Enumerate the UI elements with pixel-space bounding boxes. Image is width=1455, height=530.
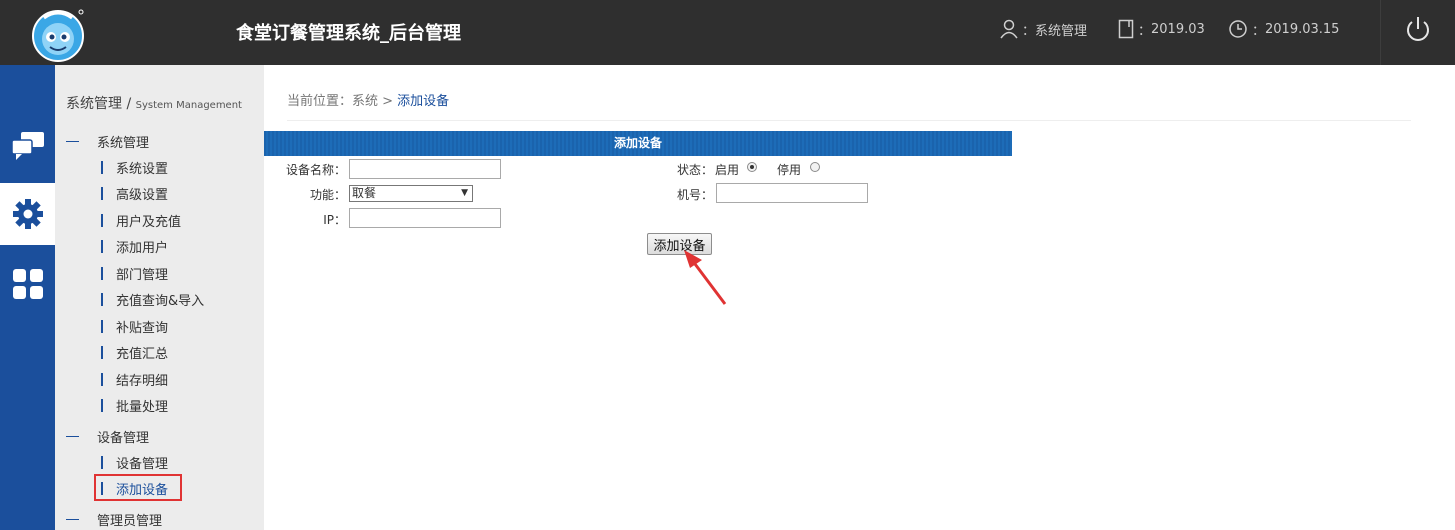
device-name-label: 设备名称： bbox=[285, 163, 346, 177]
gear-icon bbox=[12, 199, 43, 229]
sidebar-title: 系统管理 / System Management bbox=[66, 96, 242, 112]
top-bar: 食堂订餐管理系统_后台管理 ： 系统管理 ： 2019.03 ： 2019.03… bbox=[0, 0, 1455, 65]
sidebar-item-departments[interactable]: 部门管理 bbox=[101, 264, 168, 283]
status-enabled-radio[interactable] bbox=[747, 162, 757, 172]
document-icon bbox=[1118, 19, 1134, 39]
divider bbox=[287, 120, 1411, 121]
sidebar-item-subsidy-query[interactable]: 补贴查询 bbox=[101, 317, 168, 336]
sidebar-item-recharge-query[interactable]: 充值查询&导入 bbox=[101, 290, 204, 309]
icon-rail bbox=[0, 65, 55, 530]
breadcrumb-current[interactable]: 添加设备 bbox=[397, 94, 449, 109]
version-info: ： 2019.03 bbox=[1118, 19, 1205, 39]
sidebar-item-add-user[interactable]: 添加用户 bbox=[101, 237, 168, 256]
current-user[interactable]: ： 系统管理 bbox=[1000, 19, 1087, 39]
status-label: 状态： bbox=[676, 163, 713, 177]
sidebar-item-recharge-summary[interactable]: 充值汇总 bbox=[101, 343, 168, 362]
rail-item-messages[interactable] bbox=[0, 115, 55, 177]
sidebar-item-add-device[interactable]: 添加设备 bbox=[93, 474, 183, 501]
dropdown-arrow-icon: ▼ bbox=[461, 188, 468, 198]
sidebar: 系统管理 / System Management 系统管理 系统设置 高级设置 … bbox=[55, 65, 264, 530]
sidebar-item-batch[interactable]: 批量处理 bbox=[101, 396, 168, 415]
form-header: 添加设备 bbox=[264, 131, 1012, 156]
machine-no-input[interactable] bbox=[716, 183, 868, 203]
grid-apps-icon bbox=[12, 269, 43, 299]
function-select[interactable]: 取餐 ▼ bbox=[349, 185, 473, 202]
clock-icon bbox=[1229, 20, 1247, 38]
rail-item-apps[interactable] bbox=[0, 253, 55, 315]
sidebar-item-advanced-settings[interactable]: 高级设置 bbox=[101, 184, 168, 203]
sidebar-title-en: System Management bbox=[135, 100, 242, 111]
device-name-input[interactable] bbox=[349, 159, 501, 179]
function-label: 功能： bbox=[309, 188, 346, 202]
status-disabled-radio[interactable] bbox=[810, 162, 820, 172]
user-icon bbox=[1000, 19, 1018, 39]
function-select-value: 取餐 bbox=[352, 186, 377, 200]
group-admin[interactable]: 管理员管理 bbox=[66, 510, 162, 529]
rail-item-settings[interactable] bbox=[0, 183, 55, 245]
chat-bubbles-icon bbox=[10, 132, 44, 160]
divider bbox=[1380, 0, 1381, 65]
breadcrumb: 当前位置：系统 > 添加设备 bbox=[287, 94, 450, 109]
version-value: 2019.03 bbox=[1151, 21, 1205, 37]
annotation-arrow-icon bbox=[684, 250, 727, 305]
power-button[interactable] bbox=[1404, 14, 1432, 44]
machine-no-label: 机号： bbox=[676, 188, 713, 202]
sidebar-item-balance-detail[interactable]: 结存明细 bbox=[101, 370, 168, 389]
group-system[interactable]: 系统管理 bbox=[66, 132, 149, 151]
date-value: 2019.03.15 bbox=[1265, 21, 1340, 37]
logo bbox=[30, 6, 86, 62]
user-label: 系统管理 bbox=[1035, 23, 1088, 39]
group-device[interactable]: 设备管理 bbox=[66, 427, 149, 446]
sidebar-item-system-settings[interactable]: 系统设置 bbox=[101, 158, 168, 177]
power-icon bbox=[1407, 17, 1429, 41]
date-info: ： 2019.03.15 bbox=[1228, 19, 1339, 39]
sidebar-item-users-recharge[interactable]: 用户及充值 bbox=[101, 211, 181, 230]
ip-input[interactable] bbox=[349, 208, 501, 228]
sidebar-item-device-management[interactable]: 设备管理 bbox=[101, 453, 168, 472]
status-enabled-label: 启用 bbox=[715, 163, 740, 177]
app-title: 食堂订餐管理系统_后台管理 bbox=[236, 23, 461, 44]
ip-label: IP： bbox=[323, 213, 346, 227]
status-disabled-label: 停用 bbox=[777, 163, 802, 177]
